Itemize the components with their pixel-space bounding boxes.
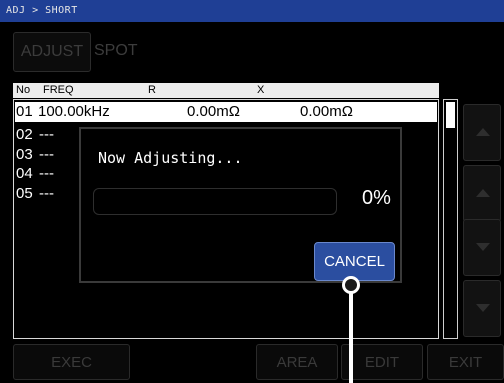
scrollbar[interactable]: [443, 99, 458, 339]
triangle-up-icon: [476, 128, 490, 136]
row-freq: ---: [39, 165, 54, 182]
triangle-up-icon: [476, 189, 490, 197]
title-bar: ADJ > SHORT: [0, 0, 504, 22]
row-freq: ---: [39, 146, 54, 163]
row-no: 01: [16, 103, 33, 120]
triangle-down-icon: [476, 243, 490, 251]
header-no: No: [16, 84, 31, 96]
page-up-button[interactable]: [463, 104, 501, 161]
row-freq: ---: [39, 185, 54, 202]
progress-percent: 0%: [362, 187, 391, 209]
page-down-button[interactable]: [463, 280, 501, 337]
row-no: 03: [16, 146, 33, 163]
triangle-down-icon: [476, 304, 490, 312]
progress-bar: [93, 188, 337, 215]
header-x: X: [257, 84, 265, 96]
scrollbar-thumb[interactable]: [446, 102, 455, 128]
adjusting-dialog: Now Adjusting... 0% CANCEL: [79, 127, 402, 283]
header-r: R: [148, 84, 156, 96]
dialog-message: Now Adjusting...: [98, 149, 243, 167]
exec-button[interactable]: EXEC: [13, 344, 130, 380]
row-x: 0.00mΩ: [300, 103, 353, 120]
adjust-short-screen: ADJ > SHORT ADJUST SPOT No FREQ R X 01 1…: [0, 0, 504, 383]
table-header: No FREQ R X: [13, 83, 439, 98]
callout-line: [349, 283, 353, 383]
table-row[interactable]: 01 100.00kHz 0.00mΩ 0.00mΩ: [15, 102, 437, 122]
down-button[interactable]: [463, 219, 501, 276]
cancel-button[interactable]: CANCEL: [314, 242, 395, 281]
edit-button[interactable]: EDIT: [341, 344, 423, 380]
row-no: 05: [16, 185, 33, 202]
header-freq: FREQ: [43, 84, 74, 96]
row-freq: 100.00kHz: [38, 103, 110, 120]
row-no: 04: [16, 165, 33, 182]
up-button[interactable]: [463, 165, 501, 222]
spot-button[interactable]: SPOT: [92, 32, 146, 70]
exit-button[interactable]: EXIT: [427, 344, 504, 380]
adjust-button[interactable]: ADJUST: [13, 32, 91, 72]
callout-marker: [342, 276, 360, 294]
row-no: 02: [16, 126, 33, 143]
area-button[interactable]: AREA: [256, 344, 338, 380]
row-r: 0.00mΩ: [187, 103, 240, 120]
row-freq: ---: [39, 126, 54, 143]
